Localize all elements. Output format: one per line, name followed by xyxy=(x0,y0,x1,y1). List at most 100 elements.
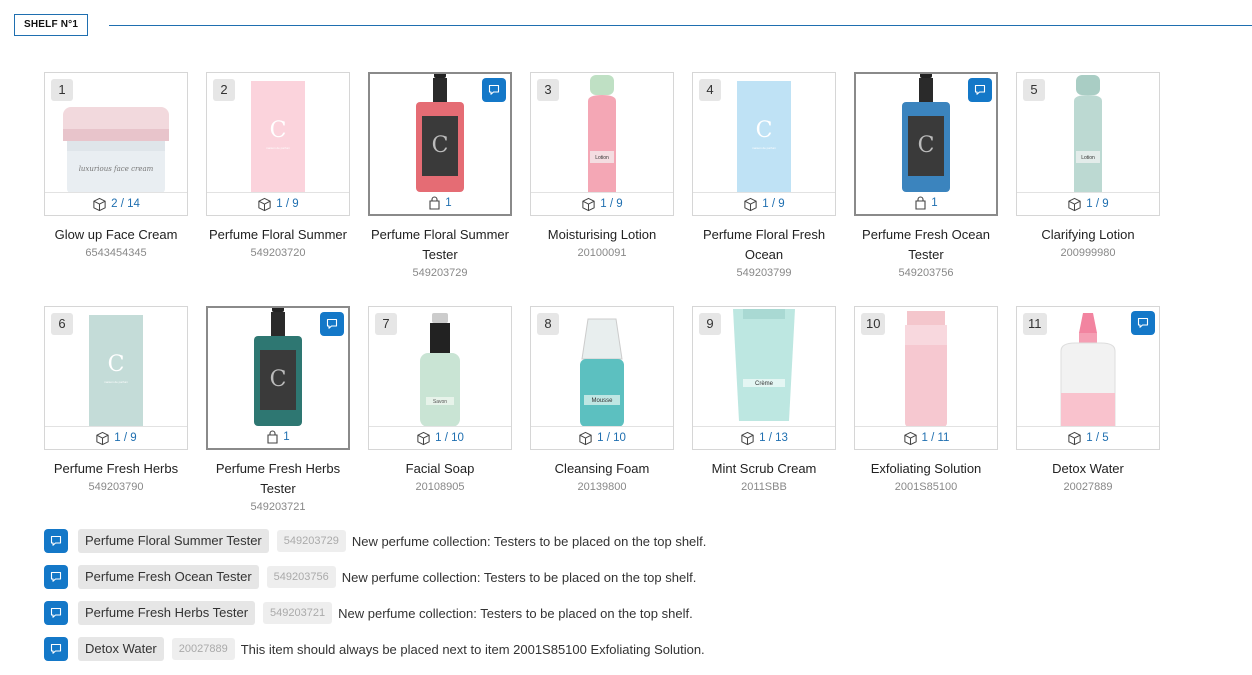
svg-text:maison de parfum: maison de parfum xyxy=(752,146,777,150)
comment-product-sku: 549203721 xyxy=(263,602,333,624)
product-cell: Savon 7 1 / 10 Facial Soap 20108905 xyxy=(368,306,512,495)
product-cell: Crème 9 1 / 13 Mint Scrub Cream 2011SBB xyxy=(692,306,836,495)
comment-icon[interactable] xyxy=(44,637,68,661)
stock-value: 1 / 5 xyxy=(1086,432,1109,444)
comment-text: New perfume collection: Testers to be pl… xyxy=(351,533,707,549)
stock-count: 1 xyxy=(856,192,996,214)
product-card[interactable]: Mousse 8 1 / 10 xyxy=(530,306,674,450)
stock-count: 1 / 10 xyxy=(531,426,673,449)
svg-text:Mousse: Mousse xyxy=(591,398,613,404)
product-cell: 10 1 / 11 Exfoliating Solution 2001S85100 xyxy=(854,306,998,495)
product-sku: 20027889 xyxy=(1063,481,1113,493)
product-sku: 2001S85100 xyxy=(894,481,958,493)
stock-value: 1 xyxy=(931,197,938,209)
comment-product-name[interactable]: Perfume Floral Summer Tester xyxy=(78,529,269,553)
package-icon xyxy=(743,197,758,212)
svg-text:maison de parfum: maison de parfum xyxy=(266,146,291,150)
product-cell: Lotion 3 1 / 9 Moisturising Lotion 20100091 xyxy=(530,72,674,261)
product-name: Detox Water xyxy=(1052,461,1124,476)
svg-text:C: C xyxy=(432,133,449,158)
shelf-tag[interactable]: SHELF N°1 xyxy=(14,14,89,36)
stock-value: 1 xyxy=(283,431,290,443)
svg-text:C: C xyxy=(108,352,125,377)
product-name: Perfume Floral Fresh Ocean xyxy=(702,227,826,262)
bag-icon xyxy=(914,196,927,210)
stock-value: 2 / 14 xyxy=(111,198,140,210)
comment-icon[interactable] xyxy=(44,565,68,589)
position-number-badge: 3 xyxy=(537,79,559,101)
product-name: Perfume Fresh Herbs Tester xyxy=(215,461,341,496)
tester-card[interactable]: C1 xyxy=(368,72,512,216)
stock-count: 1 xyxy=(208,426,348,448)
stock-value: 1 / 13 xyxy=(759,432,788,444)
comment-text: This item should always be placed next t… xyxy=(240,641,705,657)
package-icon xyxy=(1067,197,1082,212)
tester-card[interactable]: C1 xyxy=(854,72,998,216)
position-number-badge: 2 xyxy=(213,79,235,101)
product-card[interactable]: Crème 9 1 / 13 xyxy=(692,306,836,450)
product-sku: 2011SBB xyxy=(741,481,787,493)
product-card[interactable]: Cmaison de parfum 6 1 / 9 xyxy=(44,306,188,450)
svg-text:C: C xyxy=(270,367,287,392)
package-icon xyxy=(92,197,107,212)
product-name: Moisturising Lotion xyxy=(547,227,657,242)
stock-count: 2 / 14 xyxy=(45,192,187,215)
product-sku: 200999980 xyxy=(1060,247,1116,259)
position-number-badge: 5 xyxy=(1023,79,1045,101)
product-grid: luxurious face cream 1 2 / 14 Glow up Face … xyxy=(44,72,1164,540)
comment-icon[interactable] xyxy=(1131,311,1155,335)
stock-value: 1 / 9 xyxy=(762,198,785,210)
comment-icon[interactable] xyxy=(44,529,68,553)
stock-value: 1 / 10 xyxy=(435,432,464,444)
product-card[interactable]: Lotion 5 1 / 9 xyxy=(1016,72,1160,216)
tester-card[interactable]: C1 xyxy=(206,306,350,450)
stock-count: 1 / 9 xyxy=(207,192,349,215)
shelf-row-2: Cmaison de parfum 6 1 / 9 Perfume Fresh Her… xyxy=(44,306,1164,540)
bag-icon xyxy=(428,196,441,210)
comment-icon[interactable] xyxy=(482,78,506,102)
product-card[interactable]: Lotion 3 1 / 9 xyxy=(530,72,674,216)
product-sku: 549203756 xyxy=(898,267,954,279)
comment-product-sku: 20027889 xyxy=(171,638,235,660)
svg-text:Lotion: Lotion xyxy=(1081,155,1095,161)
stock-count: 1 / 9 xyxy=(531,192,673,215)
bag-icon xyxy=(266,430,279,444)
package-icon xyxy=(581,197,596,212)
stock-value: 1 / 10 xyxy=(597,432,626,444)
product-name: Perfume Fresh Ocean Tester xyxy=(862,227,990,262)
product-card[interactable]: Cmaison de parfum 2 1 / 9 xyxy=(206,72,350,216)
package-icon xyxy=(740,431,755,446)
product-name: Glow up Face Cream xyxy=(54,227,178,242)
svg-text:Crème: Crème xyxy=(755,381,774,387)
product-card[interactable]: luxurious face cream 1 2 / 14 xyxy=(44,72,188,216)
product-card[interactable]: 10 1 / 11 xyxy=(854,306,998,450)
stock-value: 1 xyxy=(445,197,452,209)
shelf-divider-line xyxy=(109,25,1252,26)
svg-text:C: C xyxy=(270,118,287,143)
stock-count: 1 xyxy=(370,192,510,214)
product-name: Mint Scrub Cream xyxy=(711,461,817,476)
comment-icon[interactable] xyxy=(44,601,68,625)
product-card[interactable]: Savon 7 1 / 10 xyxy=(368,306,512,450)
position-number-badge: 1 xyxy=(51,79,73,101)
comment-icon[interactable] xyxy=(320,312,344,336)
package-icon xyxy=(416,431,431,446)
comment-product-name[interactable]: Detox Water xyxy=(78,637,164,661)
product-name: Facial Soap xyxy=(405,461,475,476)
comment-product-name[interactable]: Perfume Fresh Ocean Tester xyxy=(78,565,259,589)
stock-count: 1 / 11 xyxy=(855,426,997,449)
stock-value: 1 / 9 xyxy=(1086,198,1109,210)
position-number-badge: 11 xyxy=(1023,313,1047,335)
comment-product-name[interactable]: Perfume Fresh Herbs Tester xyxy=(78,601,256,625)
shelf-header: SHELF N°1 xyxy=(14,14,1252,36)
product-sku: 6543454345 xyxy=(85,247,147,259)
comment-row: Perfume Fresh Herbs Tester 549203721 New p… xyxy=(44,601,1144,625)
product-card[interactable]: 11 1 / 5 xyxy=(1016,306,1160,450)
stock-count: 1 / 13 xyxy=(693,426,835,449)
product-name: Cleansing Foam xyxy=(554,461,650,476)
comment-icon[interactable] xyxy=(968,78,992,102)
package-icon xyxy=(903,431,918,446)
comment-row: Perfume Fresh Ocean Tester 549203756 New p… xyxy=(44,565,1144,589)
product-card[interactable]: Cmaison de parfum 4 1 / 9 xyxy=(692,72,836,216)
package-icon xyxy=(578,431,593,446)
